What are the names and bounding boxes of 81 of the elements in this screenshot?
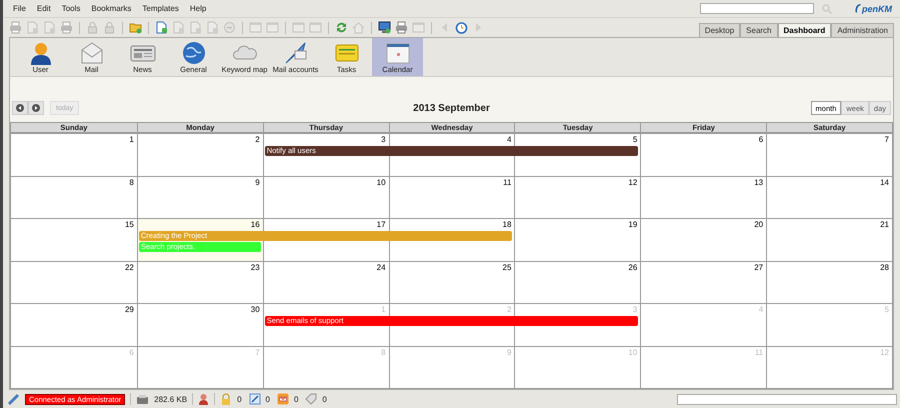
day-number: 17 <box>376 219 387 230</box>
menu-item[interactable]: Templates <box>142 4 179 13</box>
day-number: 6 <box>129 346 135 358</box>
day-number: 25 <box>502 262 512 272</box>
day-number: 2 <box>255 134 261 145</box>
day-number: 1 <box>381 304 387 315</box>
day-number: 12 <box>880 346 890 358</box>
menu-item[interactable]: Tools <box>62 4 80 13</box>
calendar-title: 2013 September <box>413 102 490 114</box>
workspace-tab[interactable]: Administration <box>831 23 894 37</box>
day-number: 4 <box>506 134 512 145</box>
lock-icon <box>220 393 232 405</box>
day-number: 20 <box>754 219 764 230</box>
day-number: 19 <box>628 219 638 230</box>
menu-item[interactable]: File <box>13 4 26 13</box>
envelope-icon <box>276 393 289 405</box>
logo: penKM <box>862 4 892 14</box>
document-icon[interactable] <box>155 21 168 34</box>
day-number: 12 <box>628 176 638 188</box>
next-icon <box>32 104 40 112</box>
counter: 0 <box>266 394 270 404</box>
day-number: 3 <box>632 304 638 315</box>
day-number: 15 <box>124 219 135 230</box>
day-number: 9 <box>255 176 261 188</box>
day-number: 3 <box>381 134 387 145</box>
day-number: 5 <box>632 134 638 145</box>
next-button[interactable] <box>28 101 44 115</box>
paper-plane-icon <box>282 41 308 65</box>
day-number: 10 <box>628 346 638 358</box>
day-number: 10 <box>376 176 387 188</box>
menu-item[interactable]: Bookmarks <box>91 4 132 13</box>
day-number: 6 <box>758 134 764 145</box>
day-number: 16 <box>250 219 261 230</box>
counter: 0 <box>294 394 298 404</box>
workspace-tab[interactable]: Desktop <box>698 23 740 37</box>
printer-icon[interactable] <box>395 21 408 34</box>
menu-item[interactable]: Edit <box>36 4 51 13</box>
pencil-icon <box>248 393 261 405</box>
day-number: 29 <box>124 304 135 315</box>
day-number: 9 <box>506 346 512 358</box>
day-number: 2 <box>506 304 512 315</box>
day-number: 5 <box>884 304 890 315</box>
day-number: 7 <box>255 346 261 358</box>
day-number: 11 <box>754 346 764 358</box>
clock-icon[interactable] <box>455 21 468 34</box>
day-number: 30 <box>250 304 261 315</box>
day-number: 11 <box>503 176 512 188</box>
workspace-tab[interactable]: Dashboard <box>778 23 832 37</box>
logo-icon <box>854 3 862 14</box>
counter: 0 <box>237 394 242 404</box>
day-number: 4 <box>758 304 764 315</box>
person-icon <box>198 393 210 405</box>
refresh-icon[interactable] <box>335 21 348 34</box>
day-number: 28 <box>880 262 890 272</box>
day-number: 24 <box>376 262 387 272</box>
globe-icon <box>180 41 206 65</box>
counter: 0 <box>322 394 327 404</box>
workspace-tab[interactable]: Search <box>740 23 778 37</box>
previous-icon <box>16 104 24 112</box>
day-number: 27 <box>754 262 764 272</box>
day-number: 18 <box>502 219 512 230</box>
monitor-icon[interactable] <box>378 21 391 34</box>
day-number: 22 <box>124 262 135 272</box>
menu-item[interactable]: Help <box>190 4 206 13</box>
repository-size: 282.6 KB <box>154 394 188 404</box>
day-number: 1 <box>129 134 135 145</box>
day-number: 13 <box>754 176 764 188</box>
tag-icon <box>305 393 318 405</box>
envelope-icon <box>78 41 104 65</box>
calendar-icon <box>384 41 410 65</box>
search-field[interactable] <box>700 3 814 14</box>
day-number: 23 <box>250 262 261 272</box>
day-number: 21 <box>880 219 890 230</box>
day-number: 26 <box>628 262 638 272</box>
day-number: 7 <box>884 134 890 145</box>
folder-icon[interactable] <box>129 21 142 34</box>
day-number: 8 <box>381 346 387 358</box>
previous-button[interactable] <box>12 101 28 115</box>
day-number: 14 <box>880 176 890 188</box>
day-number: 8 <box>129 176 135 188</box>
search-icon[interactable] <box>822 4 832 14</box>
